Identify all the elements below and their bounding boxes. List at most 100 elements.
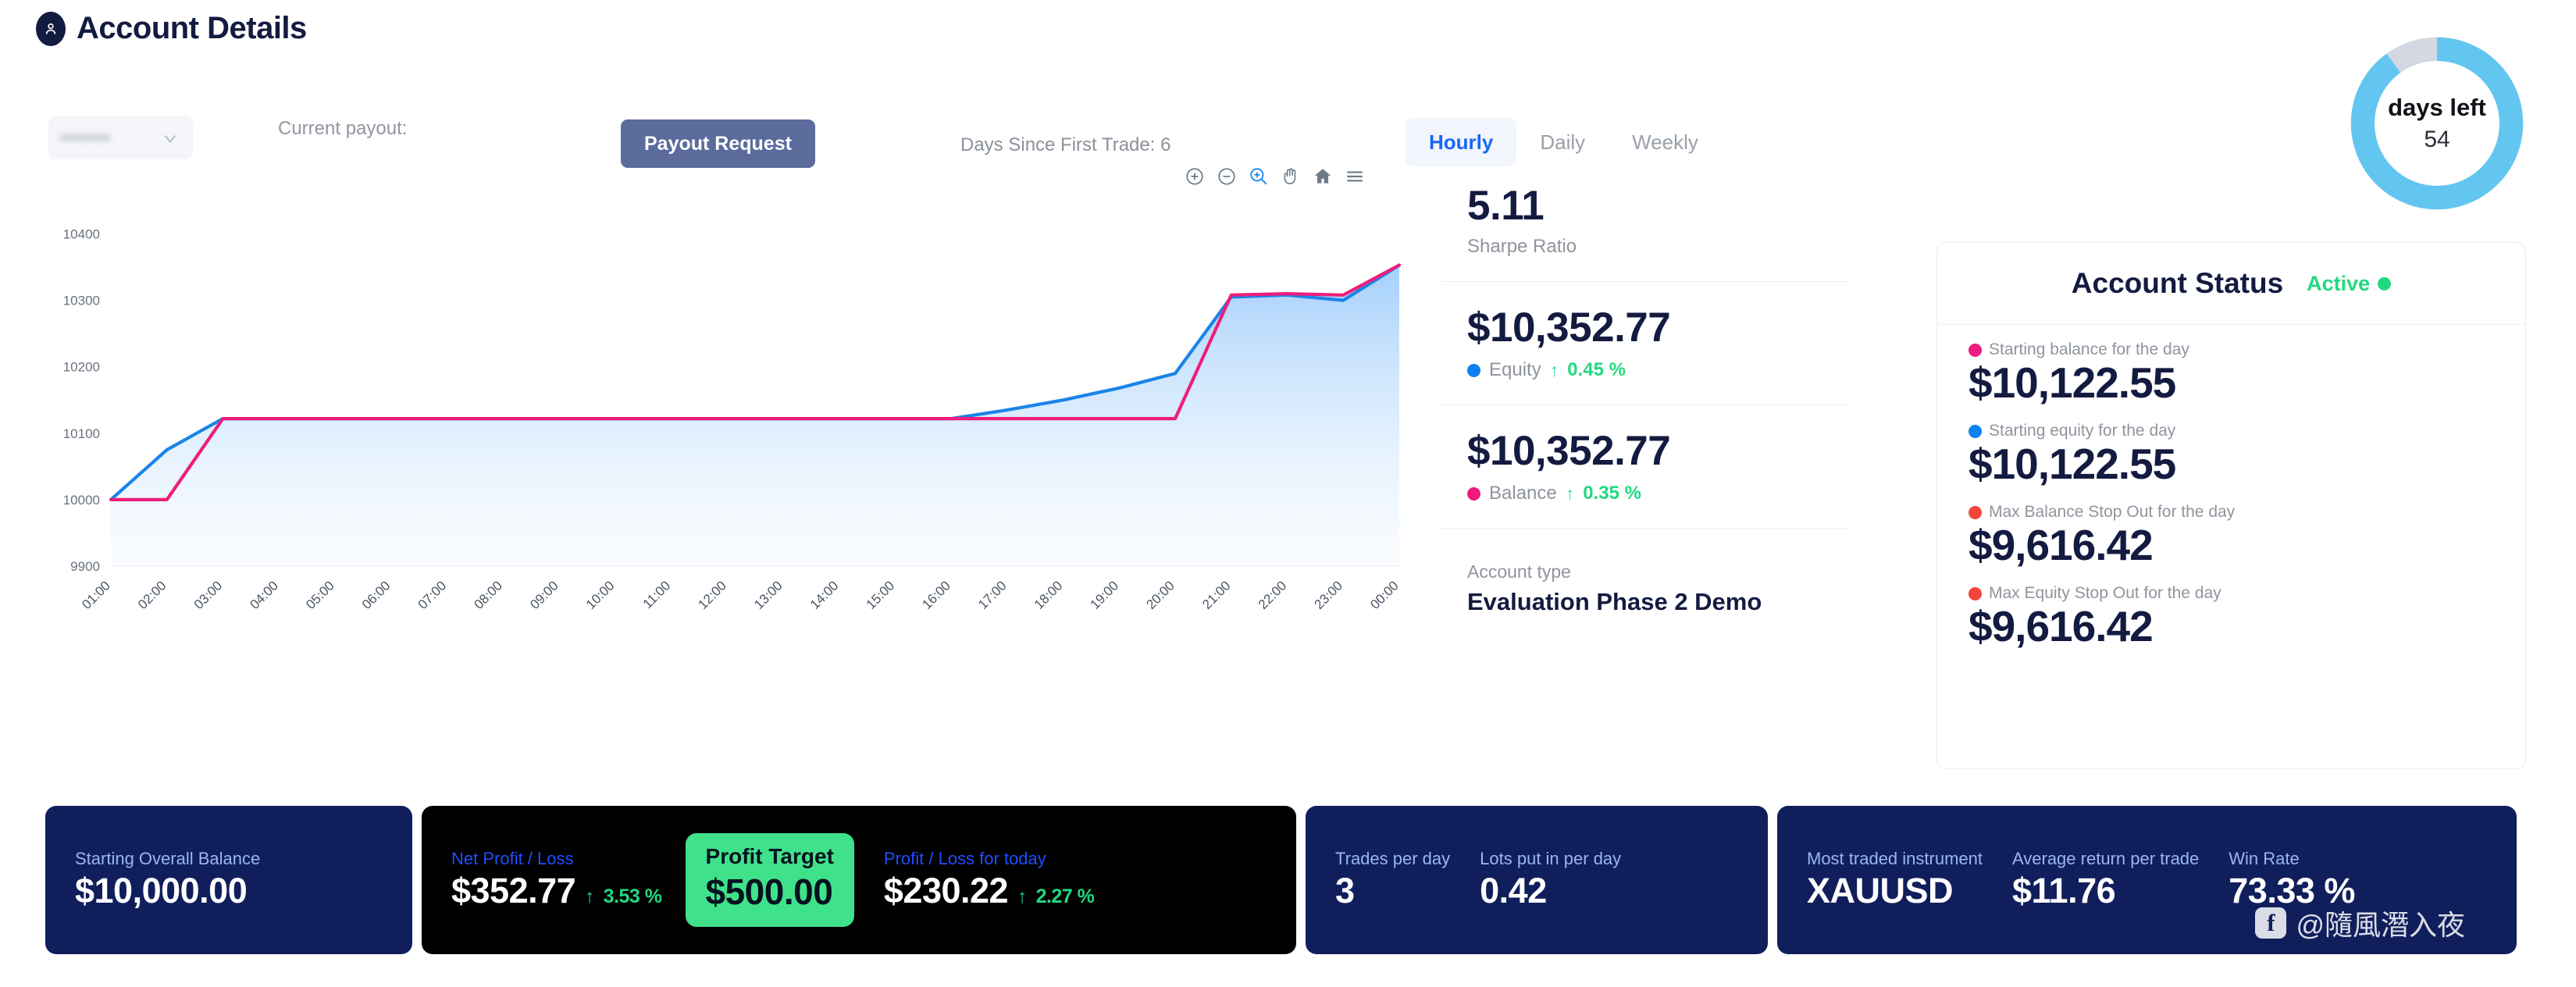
svg-text:08:00: 08:00 bbox=[471, 578, 505, 612]
profit-target-chip: Profit Target $500.00 bbox=[685, 833, 854, 927]
most-traded-instrument-label: Most traded instrument bbox=[1807, 849, 1983, 868]
trades-per-day-field: Trades per day 3 bbox=[1306, 849, 1450, 911]
svg-text:06:00: 06:00 bbox=[359, 578, 394, 612]
facebook-icon: f bbox=[2255, 907, 2287, 939]
svg-text:18:00: 18:00 bbox=[1031, 578, 1066, 612]
pan-icon[interactable] bbox=[1281, 166, 1301, 187]
account-select[interactable]: ••••••• bbox=[48, 116, 193, 159]
svg-text:11:00: 11:00 bbox=[640, 578, 674, 611]
profit-summary-card: Net Profit / Loss $352.77 ↑ 3.53 % Profi… bbox=[422, 806, 1296, 954]
sharpe-ratio-cell: 5.11 Sharpe Ratio bbox=[1441, 160, 1851, 282]
svg-text:10100: 10100 bbox=[63, 426, 100, 441]
equity-label: Equity bbox=[1489, 359, 1541, 380]
menu-icon[interactable] bbox=[1345, 166, 1365, 187]
status-badge: Active bbox=[2307, 271, 2392, 296]
equity-cell: $10,352.77 Equity ↑ 0.45 % bbox=[1441, 282, 1851, 405]
svg-text:10400: 10400 bbox=[63, 227, 100, 242]
stats-column: 5.11 Sharpe Ratio $10,352.77 Equity ↑ 0.… bbox=[1441, 160, 1851, 616]
performance-card: Most traded instrument XAUUSD Average re… bbox=[1777, 806, 2517, 954]
most-traded-instrument-field: Most traded instrument XAUUSD bbox=[1777, 849, 1983, 911]
svg-text:09:00: 09:00 bbox=[527, 578, 561, 612]
current-payout-label: Current payout: bbox=[278, 118, 408, 139]
selection-zoom-icon[interactable] bbox=[1249, 166, 1269, 187]
account-type-value: Evaluation Phase 2 Demo bbox=[1467, 588, 1762, 615]
starting-balance-value: $10,122.55 bbox=[1969, 358, 2176, 407]
balance-arrow-icon: ↑ bbox=[1565, 483, 1575, 504]
starting-overall-balance-value: $10,000.00 bbox=[75, 871, 248, 910]
tab-hourly[interactable]: Hourly bbox=[1406, 118, 1517, 166]
max-equity-stopout-label: Max Equity Stop Out for the day bbox=[1989, 584, 2221, 602]
svg-text:12:00: 12:00 bbox=[695, 578, 729, 612]
page-title: Account Details bbox=[77, 11, 307, 45]
starting-equity-label: Starting equity for the day bbox=[1989, 422, 2176, 440]
starting-equity-value: $10,122.55 bbox=[1969, 440, 2176, 488]
lots-per-day-value: 0.42 bbox=[1480, 871, 1547, 910]
svg-text:9900: 9900 bbox=[70, 559, 100, 574]
sharpe-ratio-label: Sharpe Ratio bbox=[1467, 236, 1577, 257]
win-rate-value: 73.33 % bbox=[2229, 871, 2355, 910]
days-since-first-trade: Days Since First Trade: 6 bbox=[960, 134, 1171, 155]
timeframe-tabs: Hourly Daily Weekly bbox=[1406, 118, 1722, 166]
profit-loss-today-label: Profit / Loss for today bbox=[883, 849, 1046, 868]
balance-value: $10,352.77 bbox=[1467, 428, 1671, 474]
svg-text:02:00: 02:00 bbox=[135, 578, 169, 612]
svg-text:04:00: 04:00 bbox=[248, 578, 282, 612]
equity-value: $10,352.77 bbox=[1467, 305, 1671, 351]
max-balance-stopout-value: $9,616.42 bbox=[1969, 521, 2154, 569]
page-header: Account Details bbox=[0, 0, 2576, 46]
svg-text:13:00: 13:00 bbox=[751, 578, 786, 612]
bottom-stat-cards: Starting Overall Balance $10,000.00 Net … bbox=[0, 806, 2576, 954]
chart-plot-area[interactable]: 9900 10000 10100 10200 10300 10400 01:00 02:00 0… bbox=[36, 193, 1410, 630]
profit-target-label: Profit Target bbox=[705, 844, 834, 868]
equity-dot-icon bbox=[1467, 363, 1480, 377]
win-rate-field: Win Rate 73.33 % bbox=[2199, 849, 2355, 911]
svg-text:10000: 10000 bbox=[63, 493, 100, 508]
win-rate-label: Win Rate bbox=[2229, 849, 2300, 868]
reset-zoom-icon[interactable] bbox=[1313, 166, 1333, 187]
tab-daily[interactable]: Daily bbox=[1516, 118, 1609, 166]
lots-per-day-field: Lots put in per day 0.42 bbox=[1450, 849, 1621, 911]
days-left-value: 54 bbox=[2424, 126, 2450, 152]
account-status-header: Account Status Active bbox=[1937, 243, 2525, 325]
account-status-rows: Starting balance for the day $10,122.55 … bbox=[1937, 325, 2525, 651]
account-type-block: Account type Evaluation Phase 2 Demo bbox=[1441, 561, 1851, 616]
svg-text:10200: 10200 bbox=[63, 360, 100, 375]
days-left-title: days left bbox=[2388, 94, 2486, 121]
svg-text:23:00: 23:00 bbox=[1312, 578, 1346, 612]
profit-target-value: $500.00 bbox=[705, 871, 833, 912]
average-return-label: Average return per trade bbox=[2011, 849, 2200, 868]
profit-loss-today-field: Profit / Loss for today $230.22 ↑ 2.27 % bbox=[854, 849, 1095, 911]
svg-text:20:00: 20:00 bbox=[1143, 578, 1178, 612]
zoom-in-icon[interactable] bbox=[1185, 166, 1205, 187]
starting-overall-balance-label: Starting Overall Balance bbox=[75, 849, 261, 868]
profit-today-arrow-icon: ↑ bbox=[1017, 886, 1027, 907]
svg-text:21:00: 21:00 bbox=[1199, 578, 1234, 612]
starting-equity-dot-icon bbox=[1969, 424, 1982, 438]
status-badge-label: Active bbox=[2307, 271, 2371, 295]
tab-weekly[interactable]: Weekly bbox=[1609, 118, 1722, 166]
average-return-field: Average return per trade $11.76 bbox=[1983, 849, 2199, 911]
max-equity-stopout-value: $9,616.42 bbox=[1969, 602, 2154, 650]
net-profit-arrow-icon: ↑ bbox=[585, 886, 594, 907]
status-row: Starting balance for the day $10,122.55 bbox=[1969, 340, 2494, 408]
average-return-value: $11.76 bbox=[2011, 871, 2116, 910]
user-icon bbox=[36, 11, 66, 46]
svg-text:01:00: 01:00 bbox=[79, 578, 113, 612]
equity-balance-chart: 9900 10000 10100 10200 10300 10400 01:00 02:00 0… bbox=[36, 160, 1410, 707]
max-balance-stopout-label: Max Balance Stop Out for the day bbox=[1989, 503, 2236, 521]
net-profit-loss-field: Net Profit / Loss $352.77 ↑ 3.53 % bbox=[422, 849, 662, 911]
profit-loss-today-pct: 2.27 % bbox=[1035, 885, 1095, 907]
net-profit-loss-value: $352.77 bbox=[451, 871, 576, 910]
trades-per-day-label: Trades per day bbox=[1335, 849, 1451, 868]
zoom-out-icon[interactable] bbox=[1217, 166, 1237, 187]
svg-text:14:00: 14:00 bbox=[807, 578, 842, 612]
balance-label: Balance bbox=[1489, 483, 1557, 504]
trades-per-day-value: 3 bbox=[1335, 871, 1355, 910]
status-dot-icon bbox=[2378, 276, 2392, 290]
days-left-gauge: days left 54 bbox=[2346, 33, 2528, 214]
max-balance-stopout-dot-icon bbox=[1969, 505, 1982, 519]
trading-activity-card: Trades per day 3 Lots put in per day 0.4… bbox=[1306, 806, 1768, 954]
lots-per-day-label: Lots put in per day bbox=[1480, 849, 1622, 868]
svg-text:00:00: 00:00 bbox=[1367, 578, 1402, 612]
account-type-label: Account type bbox=[1467, 561, 1571, 582]
